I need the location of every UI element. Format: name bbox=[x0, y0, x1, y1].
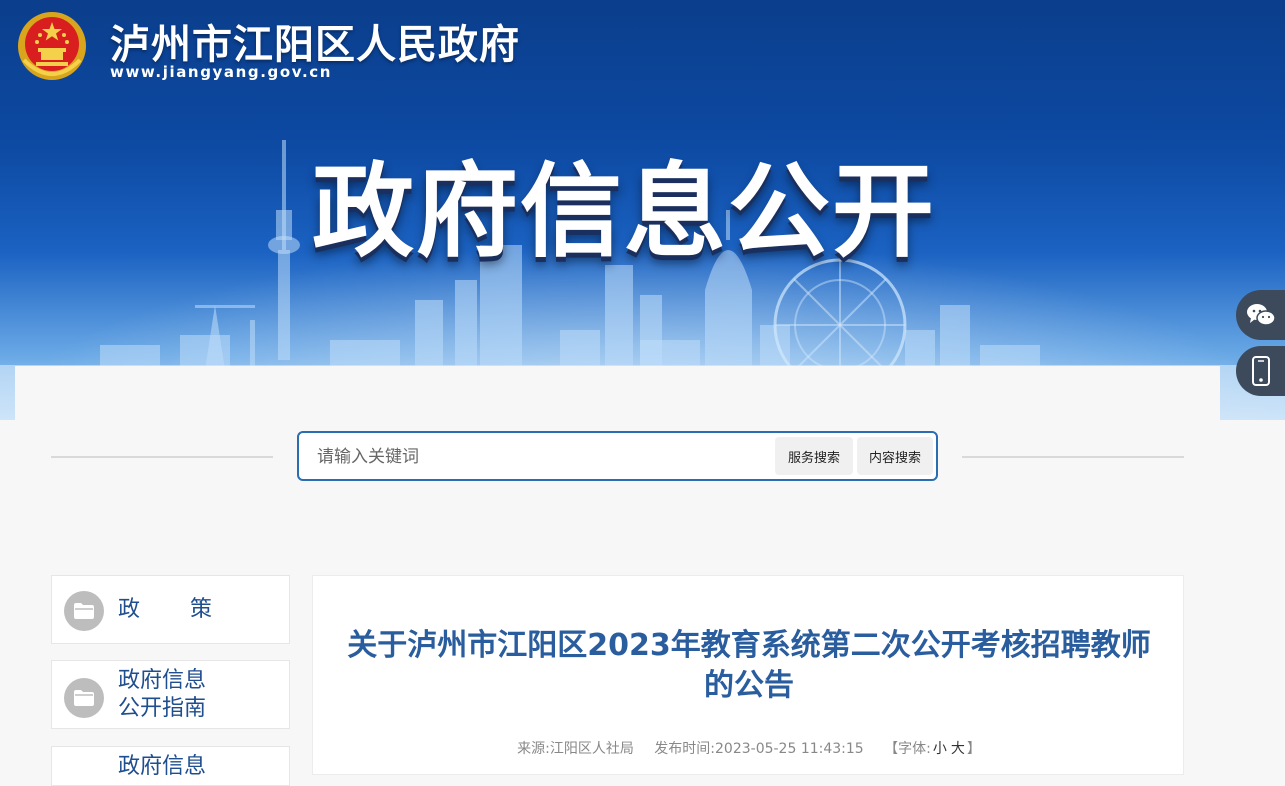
site-url: www.jiangyang.gov.cn bbox=[110, 63, 333, 81]
banner: 泸州市江阳区人民政府 www.jiangyang.gov.cn 政府信息公开 bbox=[0, 0, 1285, 420]
article-card: 关于泸州市江阳区2023年教育系统第二次公开考核招聘教师的公告 来源:江阳区人社… bbox=[312, 575, 1184, 775]
article-source: 来源:江阳区人社局 bbox=[517, 741, 634, 757]
font-large-button[interactable]: 大 bbox=[951, 741, 965, 757]
content-search-button[interactable]: 内容搜索 bbox=[857, 437, 933, 475]
search-box: 服务搜索 内容搜索 bbox=[297, 431, 938, 481]
font-size-bracket: 】 bbox=[966, 741, 981, 757]
font-size-label: 【字体: bbox=[884, 741, 931, 757]
banner-title: 政府信息公开 bbox=[312, 153, 936, 272]
wechat-icon bbox=[1247, 304, 1276, 326]
divider bbox=[51, 456, 273, 458]
font-small-button[interactable]: 小 bbox=[933, 741, 947, 757]
folder-icon bbox=[64, 678, 104, 718]
sidebar-item-policy[interactable]: 政 策 bbox=[51, 575, 290, 644]
divider bbox=[962, 456, 1184, 458]
site-name: 泸州市江阳区人民政府 bbox=[110, 22, 520, 68]
wechat-button[interactable] bbox=[1236, 290, 1285, 340]
sidebar-item-government-info[interactable]: 政府信息 bbox=[51, 746, 290, 786]
font-size-control: 【字体: 小大】 bbox=[884, 741, 981, 757]
article-meta: 来源:江阳区人社局 发布时间:2023-05-25 11:43:15 【字体: 小… bbox=[313, 738, 1185, 758]
sidebar-item-label: 政府信息 bbox=[118, 754, 207, 779]
search-input[interactable] bbox=[315, 443, 759, 471]
sidebar-item-disclosure-guide[interactable]: 政府信息 公开指南 bbox=[51, 660, 290, 729]
national-emblem-logo bbox=[18, 12, 86, 80]
sidebar-item-label: 政 策 bbox=[118, 597, 215, 622]
article-title: 关于泸州市江阳区2023年教育系统第二次公开考核招聘教师的公告 bbox=[347, 628, 1151, 703]
mobile-icon bbox=[1252, 356, 1270, 386]
article-publish-time: 发布时间:2023-05-25 11:43:15 bbox=[654, 741, 864, 757]
folder-open-icon bbox=[64, 591, 104, 631]
mobile-button[interactable] bbox=[1236, 346, 1285, 396]
sidebar-item-label: 政府信息 公开指南 bbox=[118, 668, 207, 721]
service-search-button[interactable]: 服务搜索 bbox=[775, 437, 853, 475]
